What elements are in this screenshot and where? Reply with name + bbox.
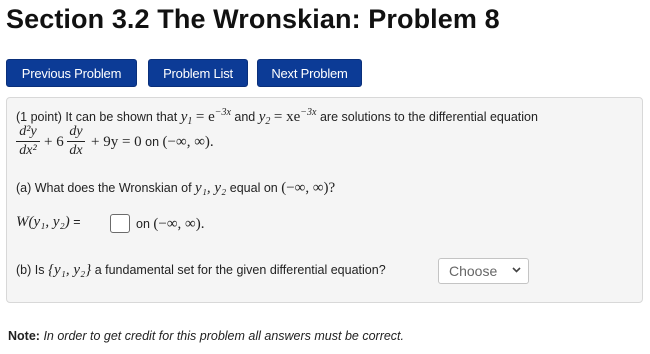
y1-var: y1 (180, 109, 193, 127)
fraction-bar (67, 141, 85, 142)
dy-numerator: dy (69, 124, 83, 139)
equation-tail: + 9y = 0 on (−∞, ∞). (91, 134, 214, 151)
part-b-rest: a fundamental set for the given differen… (94, 263, 386, 277)
plus-6: + 6 (44, 134, 64, 150)
note-text: In order to get credit for this problem … (43, 329, 405, 343)
interval: (−∞, ∞). (153, 216, 205, 232)
and-text: and (234, 110, 256, 124)
part-a-question: (a) What does the Wronskian of y₁, y₂ eq… (16, 180, 335, 197)
part-b-text: (b) Is (16, 263, 45, 277)
y1-expr: = e−3x (195, 107, 231, 125)
solutions-text: are solutions to the differential equati… (319, 110, 538, 124)
part-a-vars: y₁, y₂ (195, 180, 227, 196)
d2y-numerator: d²y (19, 124, 37, 139)
plus-9y-eq: + 9y = 0 (91, 134, 142, 150)
fundamental-set-select[interactable]: Choose (438, 258, 529, 284)
note-label: Note: (8, 329, 40, 343)
previous-problem-button[interactable]: Previous Problem (6, 59, 137, 87)
interval: (−∞, ∞). (162, 134, 214, 150)
next-problem-button[interactable]: Next Problem (257, 59, 362, 87)
dx2-denominator: dx² (19, 143, 37, 158)
fraction-bar (16, 141, 40, 142)
y2-var: y2 (258, 109, 271, 127)
select-value: Choose (449, 263, 498, 279)
problem-statement-line-1: (1 point) It can be shown that y1 = e−3x… (16, 107, 538, 127)
on-text: on (145, 135, 160, 149)
part-b-question: (b) Is {y₁, y₂} a fundamental set for th… (16, 262, 386, 279)
part-a-interval: (−∞, ∞)? (281, 180, 336, 196)
wronskian-after: on (−∞, ∞). (136, 216, 204, 233)
page-title: Section 3.2 The Wronskian: Problem 8 (6, 4, 500, 34)
part-a-eq-text: equal on (229, 181, 278, 195)
d2y-dx2-fraction: d²y dx² (16, 125, 40, 158)
dx-denominator: dx (69, 143, 83, 158)
equals-sign: = (73, 215, 81, 229)
chevron-down-icon (511, 264, 522, 278)
note: Note: In order to get credit for this pr… (8, 329, 404, 343)
problem-list-button[interactable]: Problem List (148, 59, 248, 87)
wronskian-answer-input[interactable] (110, 214, 130, 233)
part-a-text: (a) What does the Wronskian of (16, 181, 192, 195)
part-b-set: {y₁, y₂} (47, 262, 92, 278)
y2-expr: = xe−3x (273, 107, 317, 125)
wronskian-label: W(y₁, y₂) (16, 214, 70, 230)
intro-text: (1 point) It can be shown that (16, 110, 178, 124)
dy-dx-fraction: dy dx (67, 125, 85, 158)
problem-body: (1 point) It can be shown that y1 = e−3x… (6, 97, 643, 303)
on-text: on (136, 217, 150, 231)
wronskian-row: W(y₁, y₂) = (16, 214, 81, 231)
